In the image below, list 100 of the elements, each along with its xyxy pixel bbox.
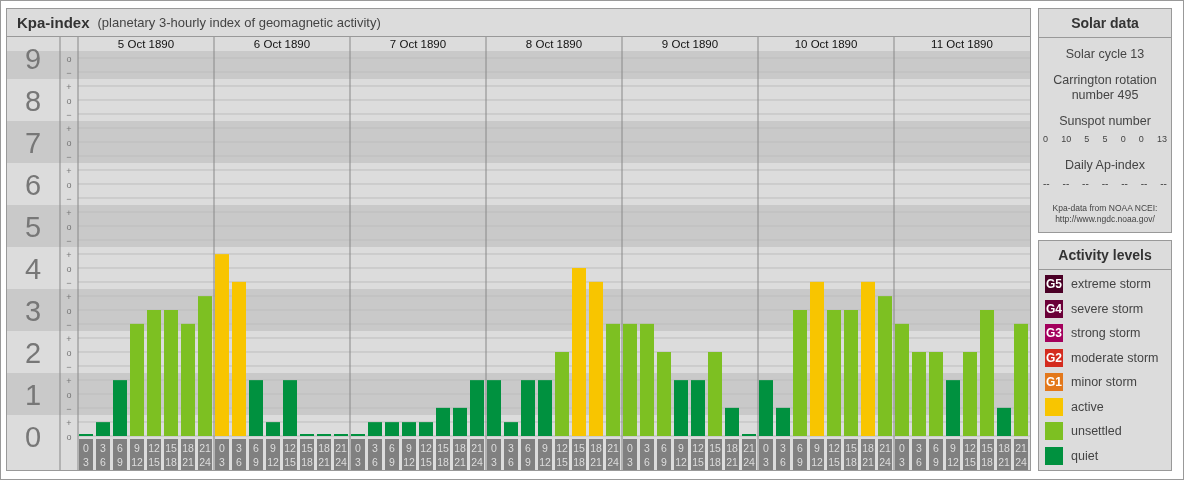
- x-tick-label: 0 3: [627, 442, 634, 468]
- x-tick-label: 0 3: [899, 442, 906, 468]
- level-label: 0: [24, 421, 42, 453]
- time-label: 18 21: [453, 439, 467, 470]
- sublevel-mark: −: [66, 67, 72, 78]
- panel-title: Kpa-index: [17, 14, 90, 31]
- ap-index-value: --: [1140, 178, 1148, 189]
- sublevel-mark: +: [66, 207, 72, 218]
- sunspot-value: 5: [1102, 134, 1108, 144]
- time-label: 0 3: [895, 439, 909, 470]
- sunspot-value: 0: [1138, 134, 1144, 144]
- ap-index-value: --: [1121, 178, 1128, 189]
- x-tick-label: 0 3: [355, 442, 362, 468]
- x-tick-label: 0 3: [491, 442, 498, 468]
- level-badge: G2: [1045, 348, 1063, 367]
- time-label: 3 6: [504, 439, 518, 470]
- time-label: 9 12: [402, 439, 416, 470]
- time-label: 6 9: [657, 439, 671, 470]
- time-label: 0 3: [351, 439, 365, 470]
- level-badge: G1: [1045, 373, 1063, 391]
- level-name: active: [1071, 399, 1104, 414]
- time-label: 3 6: [640, 439, 654, 470]
- level-name: extreme storm: [1071, 277, 1151, 291]
- level-name: moderate storm: [1071, 350, 1159, 365]
- sublevel-mark: o: [66, 53, 72, 64]
- data-source: Kpa-data from NOAA NCEI:: [1052, 203, 1158, 214]
- time-label: 9 12: [810, 439, 824, 470]
- time-label: 21 24: [878, 439, 892, 470]
- time-label: 0 3: [759, 439, 773, 470]
- time-label: 21 24: [334, 439, 348, 470]
- level-badge: G4: [1045, 299, 1063, 318]
- sublevel-mark: o: [66, 347, 72, 358]
- x-tick-label: 6 9: [525, 442, 532, 468]
- level-label: 3: [24, 295, 42, 327]
- level-label: 7: [24, 127, 42, 159]
- x-tick-label: 3 6: [100, 442, 107, 468]
- time-label: 6 9: [385, 439, 399, 470]
- level-label: 9: [24, 43, 42, 75]
- sublevel-mark: −: [66, 193, 72, 204]
- time-label: 0 3: [623, 439, 637, 470]
- time-label: 21 24: [1014, 439, 1028, 470]
- time-label: 21 24: [606, 439, 620, 470]
- sublevel-mark: o: [66, 305, 72, 316]
- time-label: 21 24: [470, 439, 484, 470]
- x-tick-label: 6 9: [797, 442, 804, 468]
- time-label: 15 18: [164, 439, 178, 470]
- x-tick-label: 3 6: [372, 442, 379, 468]
- time-label: 15 18: [980, 439, 994, 470]
- level-label: 8: [24, 85, 42, 117]
- time-label: 18 21: [181, 439, 195, 470]
- panel-title: Activity levels: [1039, 241, 1171, 270]
- panel-title: Solar data: [1039, 9, 1171, 38]
- time-label: 12 15: [691, 439, 705, 470]
- source-link[interactable]: http://www.ngdc.noaa.gov/: [1055, 214, 1155, 225]
- time-label: 9 12: [266, 439, 280, 470]
- date-label: 5 Oct 1890: [117, 38, 175, 50]
- sublevel-mark: −: [66, 235, 72, 246]
- time-label: 12 15: [827, 439, 841, 470]
- sublevel-mark: −: [66, 277, 72, 288]
- level-label: 5: [24, 211, 42, 243]
- x-tick-label: 3 6: [508, 442, 515, 468]
- x-tick-label: 6 9: [117, 442, 124, 468]
- date-label: 6 Oct 1890: [253, 38, 311, 50]
- time-label: 15 18: [300, 439, 314, 470]
- time-label: 3 6: [96, 439, 110, 470]
- sublevel-mark: −: [66, 109, 72, 120]
- level-badge: G3: [1045, 324, 1063, 342]
- level-name: unsettled: [1071, 424, 1122, 438]
- level-name: minor storm: [1071, 375, 1137, 389]
- sublevel-mark: −: [66, 151, 72, 162]
- time-label: 12 15: [419, 439, 433, 470]
- sublevel-mark: +: [66, 291, 72, 302]
- time-label: 9 12: [538, 439, 552, 470]
- x-tick-label: 3 6: [236, 442, 243, 468]
- time-label: 9 12: [946, 439, 960, 470]
- sunspot-value: 10: [1061, 134, 1072, 144]
- time-label: 9 12: [674, 439, 688, 470]
- sublevel-mark: −: [66, 361, 72, 372]
- time-label: 3 6: [368, 439, 382, 470]
- level-name: strong storm: [1071, 326, 1141, 340]
- sublevel-mark: o: [66, 137, 72, 148]
- time-label: 18 21: [725, 439, 739, 470]
- date-label: 10 Oct 1890: [794, 38, 858, 50]
- solar-cycle: Solar cycle 13: [1065, 47, 1145, 62]
- time-label: 12 15: [555, 439, 569, 470]
- sublevel-mark: −: [66, 319, 72, 330]
- level-label: 6: [24, 169, 42, 201]
- ap-index-value: --: [1043, 178, 1050, 189]
- time-label: 6 9: [521, 439, 535, 470]
- panel-subtitle: (planetary 3-hourly index of geomagnetic activity): [97, 15, 381, 30]
- ap-index-value: --: [1082, 178, 1089, 189]
- sunspot-value: 0: [1120, 134, 1126, 144]
- time-label: 18 21: [589, 439, 603, 470]
- sublevel-mark: o: [66, 95, 72, 106]
- time-label: 21 24: [198, 439, 212, 470]
- time-label: 12 15: [963, 439, 977, 470]
- sunspot-value: 13: [1156, 134, 1167, 144]
- time-label: 3 6: [232, 439, 246, 470]
- date-label: 9 Oct 1890: [661, 38, 719, 50]
- date-label: 11 Oct 1890: [931, 38, 993, 50]
